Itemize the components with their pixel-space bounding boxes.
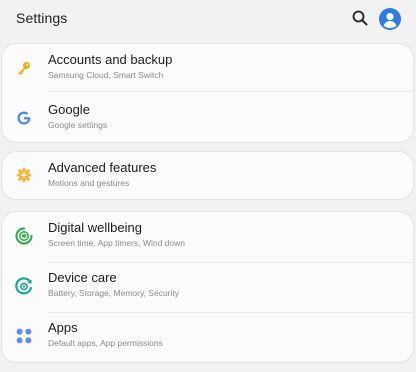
gear-plus-icon bbox=[14, 165, 34, 185]
apps-grid-icon bbox=[14, 326, 34, 346]
item-subtitle: Screen time, App timers, Wind down bbox=[48, 238, 186, 248]
item-subtitle: Samsung Cloud, Smart Switch bbox=[48, 70, 164, 80]
settings-group-advanced: Advanced features Motions and gestures bbox=[2, 152, 413, 199]
settings-item-apps[interactable]: Apps Default apps, App permissions bbox=[2, 312, 413, 362]
item-label: Apps bbox=[48, 320, 78, 335]
search-icon[interactable] bbox=[351, 9, 369, 27]
item-label: Digital wellbeing bbox=[48, 220, 142, 235]
wellbeing-icon bbox=[14, 226, 34, 246]
item-label: Advanced features bbox=[48, 160, 157, 175]
item-subtitle: Motions and gestures bbox=[48, 178, 130, 188]
divider bbox=[48, 91, 413, 92]
device-care-icon bbox=[14, 276, 34, 296]
item-subtitle: Google settings bbox=[48, 120, 108, 130]
top-bar: Settings bbox=[0, 0, 416, 38]
item-subtitle: Default apps, App permissions bbox=[48, 338, 163, 348]
settings-item-google[interactable]: Google Google settings bbox=[2, 94, 413, 142]
item-label: Accounts and backup bbox=[48, 52, 173, 67]
item-subtitle: Battery, Storage, Memory, Security bbox=[48, 288, 180, 298]
page-title: Settings bbox=[16, 10, 68, 26]
google-g-icon bbox=[14, 108, 34, 128]
settings-group-device: Digital wellbeing Screen time, App timer… bbox=[2, 212, 413, 362]
item-label: Device care bbox=[48, 270, 117, 285]
key-icon bbox=[14, 58, 34, 78]
settings-item-accounts-and-backup[interactable]: Accounts and backup Samsung Cloud, Smart… bbox=[2, 44, 413, 94]
settings-item-digital-wellbeing[interactable]: Digital wellbeing Screen time, App timer… bbox=[2, 212, 413, 262]
settings-item-advanced-features[interactable]: Advanced features Motions and gestures bbox=[2, 152, 413, 199]
item-label: Google bbox=[48, 102, 90, 117]
settings-group-accounts: Accounts and backup Samsung Cloud, Smart… bbox=[2, 44, 413, 142]
account-circle-icon[interactable] bbox=[379, 8, 401, 30]
settings-item-device-care[interactable]: Device care Battery, Storage, Memory, Se… bbox=[2, 262, 413, 312]
